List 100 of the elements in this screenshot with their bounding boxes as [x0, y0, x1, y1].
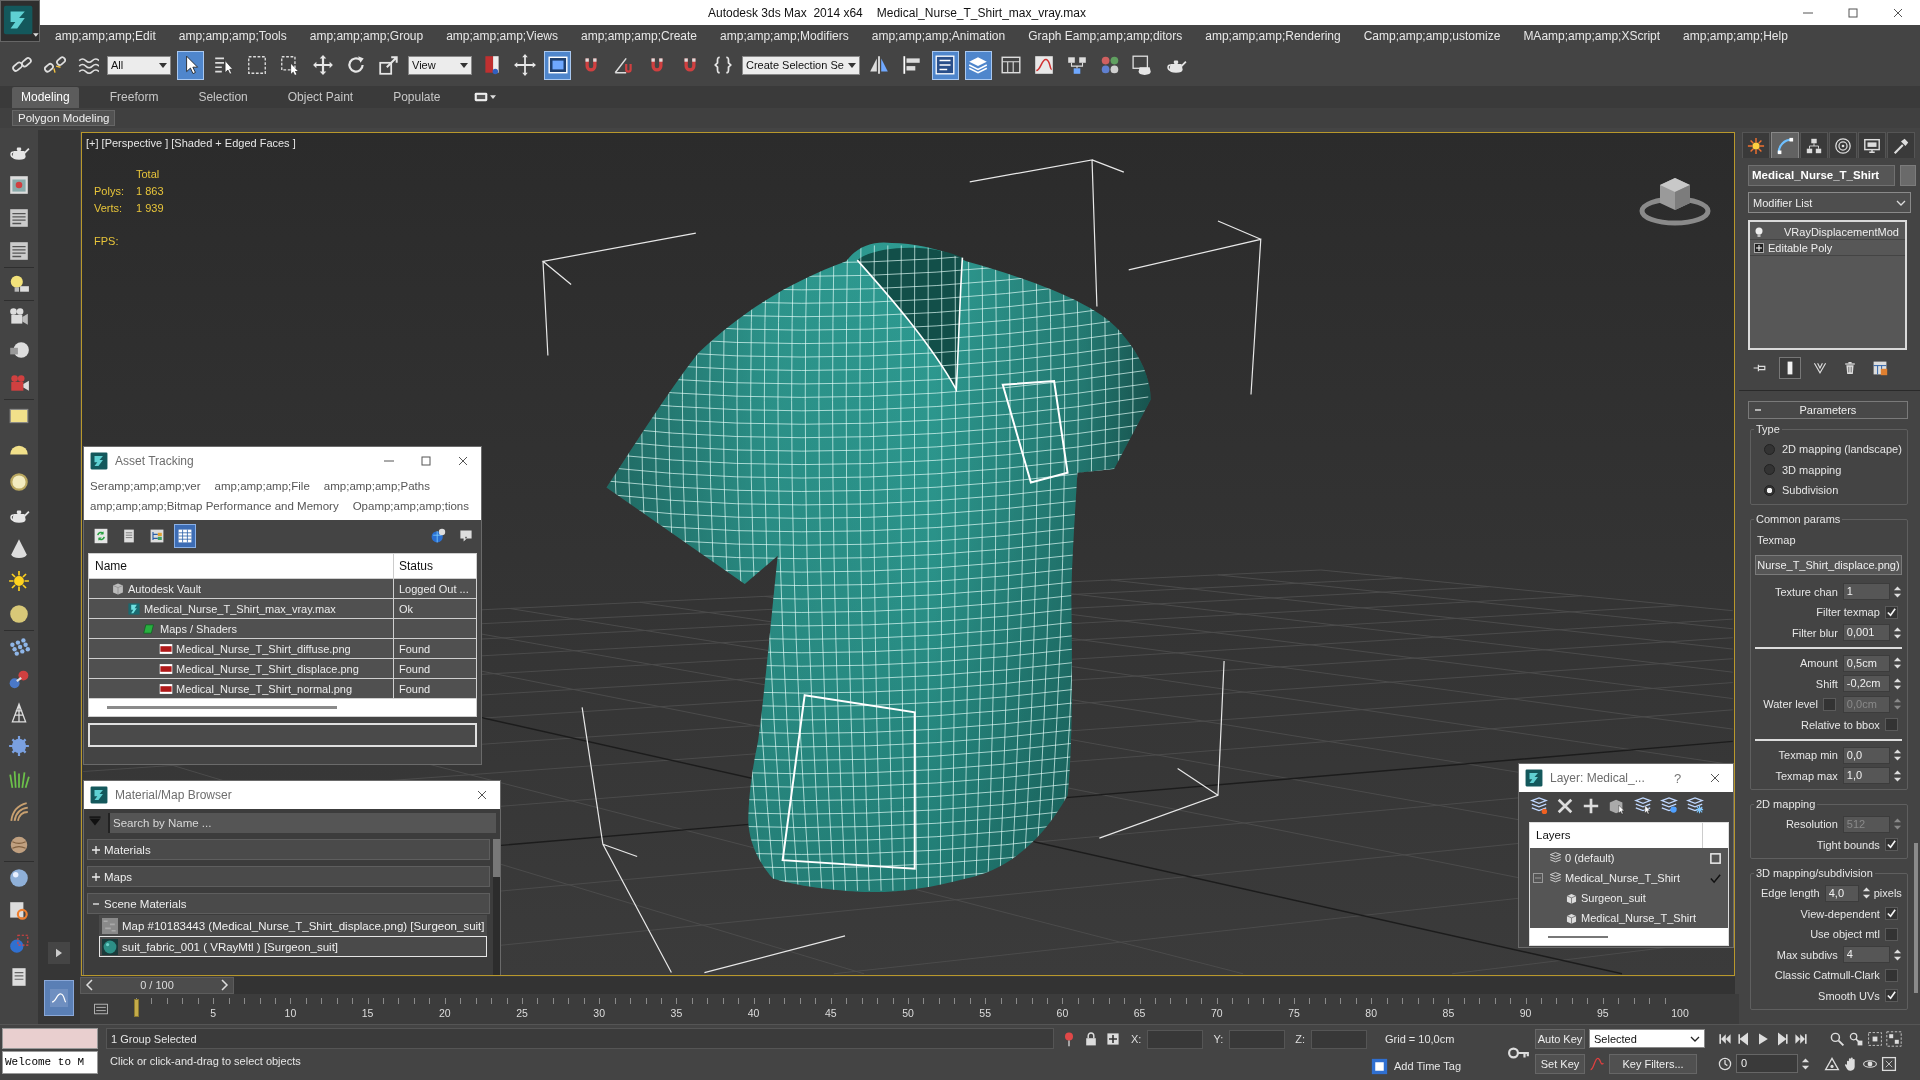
ribbon-tab[interactable]: Object Paint — [278, 87, 363, 108]
toolbar-button[interactable] — [1555, 796, 1575, 816]
number-field[interactable]: 1 — [1842, 583, 1890, 601]
panel-tab[interactable] — [1829, 132, 1857, 158]
coordinate-field[interactable] — [1311, 1029, 1367, 1049]
vertical-scrollbar[interactable] — [493, 839, 500, 975]
asset-row[interactable]: Medical_Nurse_T_Shirt_max_vray.max Ok — [89, 598, 476, 618]
menu-item[interactable]: amp;amp;amp;Group — [298, 26, 435, 45]
toolbar-button[interactable] — [1633, 796, 1653, 816]
menu-item[interactable]: Camp;amp;amp;ustomize — [1352, 26, 1512, 45]
group-header[interactable]: Scene Materials — [87, 893, 490, 914]
menu-item[interactable]: amp;amp;amp;Paths — [323, 476, 430, 496]
group-header[interactable]: Maps — [87, 866, 490, 887]
menu-item[interactable]: amp;amp;amp;Help — [1672, 26, 1799, 45]
menu-item[interactable]: amp;amp;amp;Tools — [167, 26, 298, 45]
menu-item[interactable]: amp;amp;amp;Views — [435, 26, 569, 45]
object-name-field[interactable]: Medical_Nurse_T_Shirt — [1748, 165, 1895, 186]
zoom-icon[interactable] — [1829, 1030, 1845, 1047]
radio-button[interactable]: 2D mapping (landscape) — [1755, 439, 1902, 460]
texmap-button[interactable]: Nurse_T_Shirt_displace.png) — [1755, 554, 1902, 575]
horizontal-scrollbar[interactable] — [89, 698, 476, 716]
number-field[interactable]: 0,001 — [1842, 624, 1890, 642]
auto-key-button[interactable]: Auto Key — [1535, 1028, 1585, 1049]
material-list-item[interactable]: suit_fabric_001 ( VRayMtl ) [Surgeon_suit] — [99, 936, 487, 957]
viewport[interactable] — [81, 132, 1735, 976]
toolbar-button[interactable] — [1529, 796, 1549, 816]
toolbar-button[interactable] — [544, 50, 571, 80]
asset-row[interactable]: Medical_Nurse_T_Shirt_displace.png Found — [89, 658, 476, 678]
lock-icon[interactable] — [1083, 1031, 1099, 1047]
panel-tab[interactable] — [1771, 132, 1799, 158]
menu-item[interactable]: amp;amp;amp;Bitmap Performance and Memory — [90, 496, 339, 516]
triangle-icon[interactable] — [1824, 1055, 1840, 1072]
radio-button[interactable]: Subdivision — [1755, 480, 1902, 501]
ribbon-tab[interactable]: Populate — [384, 87, 450, 108]
search-field[interactable]: Search by Name ... — [108, 812, 496, 833]
time-slider-thumb[interactable]: 0 / 100 — [80, 976, 234, 994]
panel-tab[interactable] — [1800, 132, 1828, 158]
toolbar-button[interactable] — [1581, 796, 1601, 816]
menu-item[interactable]: Seramp;amp;amp;ver — [90, 476, 201, 496]
toolbar-button[interactable] — [931, 50, 959, 80]
color-swatch-icon[interactable] — [1900, 165, 1916, 186]
toolbar-button[interactable] — [1685, 796, 1705, 816]
number-field[interactable]: 0,5cm — [1842, 654, 1890, 672]
number-field[interactable]: 4 — [1842, 946, 1890, 964]
stack-item[interactable]: VRayDisplacementMod — [1750, 224, 1905, 240]
menu-item[interactable]: Graph Eamp;amp;amp;ditors — [1017, 26, 1194, 45]
set-key-button[interactable]: Set Key — [1535, 1053, 1585, 1074]
ribbon-panel-button[interactable]: Polygon Modeling — [12, 110, 116, 126]
panel-tab[interactable] — [1858, 132, 1886, 158]
checkbox[interactable] — [1884, 968, 1898, 982]
panel-tab[interactable] — [1887, 132, 1915, 158]
expand-button[interactable] — [48, 942, 70, 964]
menu-item[interactable]: Opamp;amp;amp;tions — [352, 496, 469, 516]
scrollbar-thumb[interactable] — [493, 839, 500, 877]
checkbox[interactable] — [1884, 927, 1898, 941]
mini-curve-editor-button[interactable] — [44, 980, 74, 1016]
toolbar-button[interactable] — [964, 50, 992, 80]
checkmark-icon[interactable] — [1708, 871, 1722, 885]
stack-tool-button[interactable] — [1779, 357, 1801, 379]
scrollbar-thumb[interactable] — [1913, 843, 1918, 993]
toolbar-dropdown[interactable]: View — [408, 55, 472, 75]
macro-recorder-field[interactable] — [2, 1028, 98, 1049]
asset-row[interactable]: Medical_Nurse_T_Shirt_diffuse.png Found — [89, 638, 476, 658]
rollout-header[interactable]: Parameters — [1748, 401, 1908, 419]
column-header[interactable]: Name — [89, 554, 393, 578]
coordinate-field[interactable] — [1229, 1029, 1286, 1049]
toolbar-dropdown[interactable]: All — [107, 55, 171, 75]
application-button[interactable] — [0, 0, 40, 42]
dashed-frame-squares-icon[interactable] — [1886, 1030, 1902, 1047]
key-filters-button[interactable]: Key Filters... — [1609, 1053, 1697, 1074]
ribbon-tab[interactable]: Modeling — [12, 87, 79, 108]
asset-row[interactable]: Maps / Shaders — [89, 618, 476, 638]
path-input-field[interactable] — [88, 723, 477, 747]
asset-row[interactable]: Autodesk Vault Logged Out ... — [89, 578, 476, 598]
arrow-right-icon[interactable] — [219, 979, 229, 991]
menu-item[interactable]: amp;amp;amp;Create — [570, 26, 709, 45]
menu-item[interactable]: amp;amp;amp;Edit — [44, 26, 167, 45]
magnifier-square-icon[interactable] — [1848, 1030, 1864, 1047]
checkbox[interactable] — [1884, 718, 1898, 732]
number-field[interactable]: 1,0 — [1842, 767, 1890, 785]
column-header[interactable]: Status — [393, 554, 476, 578]
collapse-icon[interactable] — [1533, 873, 1543, 883]
listener-field[interactable]: Welcome to M — [2, 1051, 98, 1074]
number-field[interactable]: 4,0 — [1824, 884, 1859, 902]
expand-icon[interactable] — [1754, 242, 1764, 253]
light-bulb-icon[interactable] — [1754, 226, 1764, 237]
horizontal-scrollbar[interactable] — [1530, 928, 1728, 945]
toolbar-button[interactable] — [1659, 796, 1679, 816]
selected-shirt-drawing[interactable] — [541, 159, 1262, 974]
material-list-item[interactable]: Map #10183443 (Medical_Nurse_T_Shirt_displace.png) [Surgeon_suit] — [99, 915, 487, 936]
modifier-list-dropdown[interactable]: Modifier List — [1748, 192, 1911, 213]
viewport-label[interactable]: [+] [Perspective ] [Shaded + Edged Faces ] — [86, 137, 296, 149]
stack-item[interactable]: Editable Poly — [1750, 240, 1905, 256]
help-button[interactable]: ? — [1659, 764, 1696, 792]
checkbox[interactable] — [1884, 907, 1898, 921]
key-mode-dropdown[interactable]: Selected — [1589, 1029, 1705, 1048]
checkbox[interactable] — [1884, 989, 1898, 1003]
toolbar-dropdown[interactable]: Create Selection Se — [742, 55, 860, 75]
time-slider[interactable]: 0 / 100 — [80, 976, 1735, 994]
toolbar-button[interactable] — [174, 523, 196, 548]
